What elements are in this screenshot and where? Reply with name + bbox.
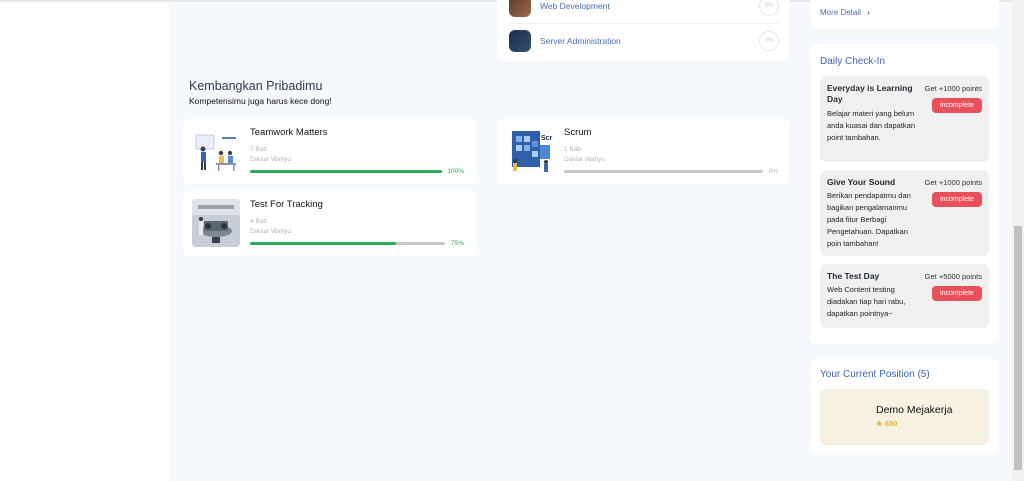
course-thumbnail: Scr	[506, 127, 554, 175]
checkin-item-title: Give Your Sound	[827, 177, 896, 187]
checkin-item-points: Get +1000 points	[924, 84, 982, 93]
course-progress-bar	[250, 170, 442, 173]
course-title: Test For Tracking	[250, 199, 323, 210]
course-title: Teamwork Matters	[250, 127, 328, 138]
progress-fill	[250, 242, 397, 245]
checkin-item: Give Your Sound Get +1000 points incompl…	[820, 170, 989, 256]
current-position-title: Your Current Position (5)	[820, 369, 930, 380]
category-thumbnail	[509, 0, 531, 17]
incomplete-button[interactable]: incomplete	[932, 286, 982, 301]
course-author: Daniar Wahyu	[564, 156, 605, 163]
course-progress-bar	[250, 242, 445, 245]
position-box: Demo Mejakerja ★ 650	[820, 389, 989, 445]
course-chapters: 1 Bab	[564, 146, 581, 153]
checkin-item-title: Everyday is Learning Day	[827, 83, 913, 104]
progress-circle-icon: 0%	[759, 31, 779, 51]
category-item-server-administration[interactable]: Server Administration 0%	[509, 28, 779, 54]
course-chapters: 4 Bab	[250, 218, 267, 225]
category-list-card: Web Development 0% Server Administration…	[497, 0, 790, 61]
divider	[509, 23, 779, 24]
section-subtitle: Kompetensimu juga harus kece dong!	[189, 96, 332, 106]
progress-fill	[250, 170, 442, 173]
star-icon: ★	[876, 419, 883, 428]
daily-checkin-card: Daily Check-In Everyday is Learning Day …	[810, 44, 999, 344]
course-card-test-for-tracking[interactable]: Test For Tracking 4 Bab Daniar Wahyu 75%	[183, 191, 476, 256]
course-card-teamwork-matters[interactable]: Teamwork Matters 7 Bab Daniar Wahyu 100%	[183, 119, 476, 184]
chevron-right-icon: ›	[867, 8, 870, 17]
checkin-item-title: The Test Day	[827, 271, 880, 281]
incomplete-button[interactable]: incomplete	[932, 98, 982, 113]
category-label: Server Administration	[540, 36, 621, 46]
more-detail-card: More Detail ›	[810, 0, 999, 29]
course-thumbnail	[192, 127, 240, 175]
user-name: Demo Mejakerja	[876, 404, 953, 416]
checkin-item-points: Get +1000 points	[924, 178, 982, 187]
user-points: ★ 650	[876, 419, 897, 428]
category-label: Web Development	[540, 1, 610, 11]
course-card-scrum[interactable]: Scr Scrum 1 Bab Daniar Wahyu 0%	[497, 119, 790, 184]
scrollbar-thumb[interactable]	[1014, 226, 1022, 470]
course-chapters: 7 Bab	[250, 146, 267, 153]
course-progress-label: 0%	[768, 168, 778, 175]
current-position-card: Your Current Position (5) Demo Mejakerja…	[810, 359, 999, 455]
course-author: Daniar Wahyu	[250, 156, 291, 163]
svg-text:Scr: Scr	[541, 135, 553, 142]
course-author: Daniar Wahyu	[250, 228, 291, 235]
more-detail-link[interactable]: More Detail ›	[820, 8, 870, 17]
checkin-item: The Test Day Get +5000 points incomplete…	[820, 264, 989, 328]
course-progress-label: 100%	[447, 168, 464, 175]
scrollbar[interactable]	[1012, 0, 1024, 481]
section-title: Kembangkan Pribadimu	[189, 79, 323, 93]
checkin-item: Everyday is Learning Day Get +1000 point…	[820, 76, 989, 162]
checkin-item-desc: Berikan pendapatmu dan bagikan pengalama…	[827, 191, 911, 248]
more-detail-label: More Detail	[820, 8, 861, 17]
progress-circle-icon: 0%	[759, 0, 779, 16]
checkin-item-desc: Web Content testing diadakan tiap hari r…	[827, 285, 906, 318]
category-item-web-development[interactable]: Web Development 0%	[509, 0, 779, 19]
daily-checkin-title: Daily Check-In	[820, 56, 886, 67]
incomplete-button[interactable]: incomplete	[932, 192, 982, 207]
course-progress-bar	[564, 170, 763, 173]
category-thumbnail	[509, 30, 531, 52]
checkin-item-desc: Belajar materi yang belum anda kuasai da…	[827, 109, 915, 142]
course-title: Scrum	[564, 127, 592, 138]
user-points-value: 650	[884, 419, 898, 428]
course-thumbnail	[192, 199, 240, 247]
course-progress-label: 75%	[450, 240, 464, 247]
checkin-item-points: Get +5000 points	[924, 272, 982, 281]
